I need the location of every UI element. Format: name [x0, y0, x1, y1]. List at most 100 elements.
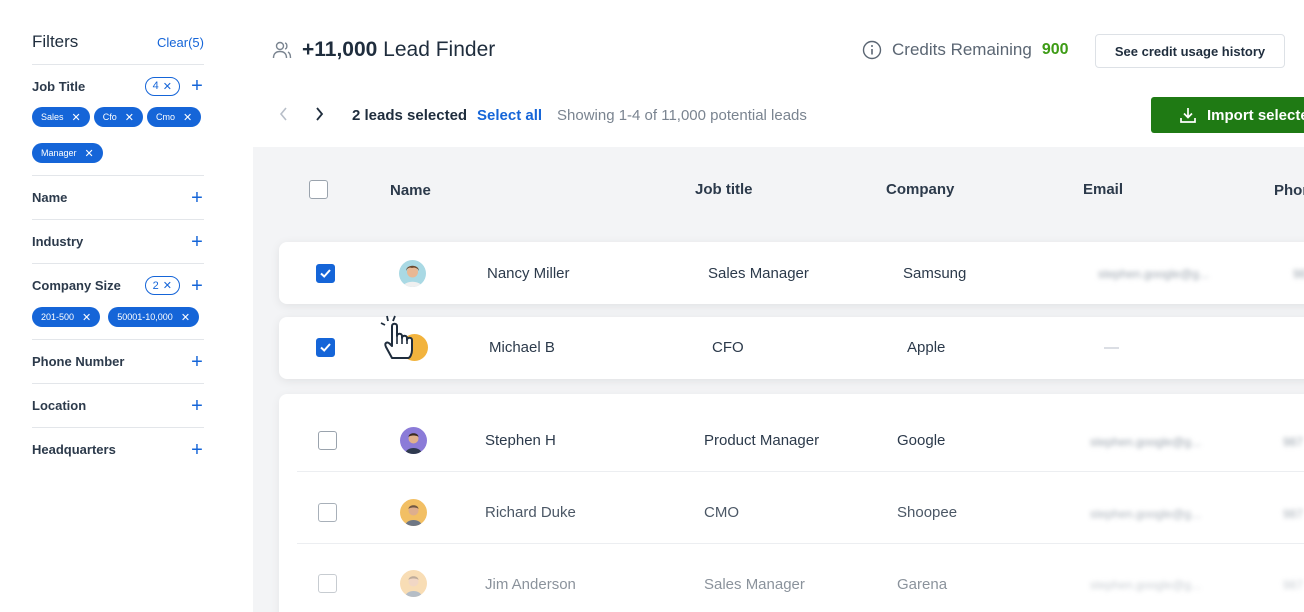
chip-label: Sales: [41, 112, 64, 122]
column-header-name[interactable]: Name: [390, 182, 431, 199]
filters-sidebar: Filters Clear(5) Job Title 4 ✕ + Sales ✕ C…: [32, 30, 204, 471]
close-icon[interactable]: ✕: [181, 311, 190, 324]
filter-row-company-size[interactable]: Company Size 2 ✕ +: [32, 264, 204, 307]
select-all-link[interactable]: Select all: [477, 107, 542, 124]
lead-company: Apple: [907, 339, 946, 356]
company-size-count-pill[interactable]: 2 ✕: [144, 276, 180, 295]
info-icon: [862, 40, 882, 60]
lead-phone: 987: [1293, 267, 1304, 281]
checkmark-icon: [320, 269, 331, 278]
credits-value: 900: [1041, 41, 1069, 58]
close-icon: ✕: [162, 80, 172, 93]
close-icon: ✕: [162, 280, 172, 292]
avatar: [399, 260, 426, 287]
row-divider: [297, 471, 1304, 472]
chip-50001-10000[interactable]: 50001-10,000 ✕: [108, 307, 200, 327]
count-value: 2: [152, 279, 159, 292]
users-icon: [272, 41, 292, 59]
close-icon[interactable]: ✕: [183, 111, 192, 124]
plus-icon[interactable]: +: [190, 276, 204, 296]
lead-company: Shoopee: [897, 504, 958, 521]
lead-job-title: Sales Manager: [704, 576, 805, 593]
filter-row-industry[interactable]: Industry +: [32, 220, 204, 263]
lead-name: Michael B: [489, 339, 555, 356]
import-label: Import selected: [1207, 106, 1304, 124]
column-header-company[interactable]: Company: [886, 181, 954, 198]
lead-phone: 987: [1283, 435, 1304, 449]
filter-company-size: Company Size 2 ✕ + 201-500 ✕ 50001-10,000 ✕: [32, 264, 204, 340]
job-title-count-pill[interactable]: 4 ✕: [144, 76, 180, 96]
filter-row-job-title[interactable]: Job Title 4 ✕ +: [32, 65, 204, 107]
column-header-job-title[interactable]: Job title: [695, 181, 753, 198]
close-icon[interactable]: ✕: [72, 111, 81, 124]
lead-name: Stephen H: [485, 432, 556, 449]
filter-label: Name: [32, 190, 68, 205]
avatar: [400, 427, 427, 454]
credits-remaining: Credits Remaining 900: [862, 40, 1069, 60]
credits-label: Credits Remaining: [892, 40, 1032, 59]
plus-icon[interactable]: +: [190, 76, 204, 96]
filter-row-location[interactable]: Location +: [32, 384, 204, 427]
row-checkbox[interactable]: [318, 431, 337, 450]
filter-label: Location: [32, 398, 87, 413]
chip-cmo[interactable]: Cmo ✕: [146, 107, 202, 127]
lead-email: —: [1104, 339, 1119, 356]
table-row[interactable]: [279, 317, 1304, 379]
row-checkbox[interactable]: [318, 574, 337, 593]
close-icon[interactable]: ✕: [125, 111, 134, 124]
pointer-hand-icon: [380, 315, 413, 359]
filter-label: Phone Number: [32, 354, 125, 369]
row-divider: [297, 543, 1304, 544]
chip-201-500[interactable]: 201-500 ✕: [32, 307, 101, 327]
lead-name: Richard Duke: [485, 504, 576, 521]
count-value: 4: [152, 80, 159, 92]
row-checkbox[interactable]: [316, 264, 335, 283]
job-title-chips: Sales ✕ Cfo ✕ Cmo ✕ Manager ✕: [32, 107, 204, 175]
filter-industry: Industry +: [32, 220, 204, 264]
download-icon: [1180, 108, 1196, 123]
close-icon[interactable]: ✕: [82, 311, 91, 324]
column-header-phone-label: Phone: [1274, 182, 1304, 199]
chip-label: 201-500: [41, 312, 75, 322]
lead-job-title: CMO: [704, 504, 739, 521]
chevron-right-icon[interactable]: [313, 106, 325, 127]
filter-phone-number: Phone Number +: [32, 340, 204, 384]
plus-icon[interactable]: +: [190, 440, 204, 460]
row-checkbox[interactable]: [316, 338, 335, 357]
checkmark-icon: [320, 343, 331, 352]
filter-row-name[interactable]: Name +: [32, 176, 204, 219]
company-size-chips: 201-500 ✕ 50001-10,000 ✕: [32, 307, 204, 339]
filter-job-title: Job Title 4 ✕ + Sales ✕ Cfo ✕ Cmo ✕ Manager ✕: [32, 64, 204, 176]
page-title-count: +11,000: [302, 38, 378, 61]
filter-label: Company Size: [32, 278, 121, 293]
avatar: [400, 499, 427, 526]
page-title: +11,000 Lead Finder: [302, 38, 495, 62]
avatar: [400, 570, 427, 597]
filter-row-headquarters[interactable]: Headquarters +: [32, 428, 204, 471]
row-checkbox[interactable]: [318, 503, 337, 522]
lead-name: Nancy Miller: [487, 265, 570, 282]
chip-manager[interactable]: Manager ✕: [32, 143, 103, 163]
filter-row-phone-number[interactable]: Phone Number +: [32, 340, 204, 383]
plus-icon[interactable]: +: [190, 352, 204, 372]
lead-company: Garena: [897, 576, 948, 593]
filter-headquarters: Headquarters +: [32, 428, 204, 471]
plus-icon[interactable]: +: [190, 232, 204, 252]
chip-cfo[interactable]: Cfo ✕: [93, 107, 143, 127]
credit-usage-history-button[interactable]: See credit usage history: [1095, 34, 1285, 68]
select-all-checkbox[interactable]: [309, 180, 328, 199]
chip-sales[interactable]: Sales ✕: [32, 107, 90, 127]
import-selected-button[interactable]: Import selected: [1151, 97, 1304, 133]
chevron-left-icon[interactable]: [278, 106, 290, 127]
clear-filters-link[interactable]: Clear(5): [157, 35, 204, 50]
lead-job-title: CFO: [712, 339, 744, 356]
column-header-email[interactable]: Email: [1083, 181, 1123, 198]
close-icon[interactable]: ✕: [85, 147, 94, 160]
column-header-phone[interactable]: Phone: [1274, 182, 1304, 199]
filter-label: Job Title: [32, 78, 86, 94]
plus-icon[interactable]: +: [190, 396, 204, 416]
plus-icon[interactable]: +: [190, 188, 204, 208]
lead-phone: 987: [1283, 578, 1304, 592]
filters-header: Filters Clear(5): [32, 30, 204, 54]
filters-title: Filters: [32, 32, 79, 51]
